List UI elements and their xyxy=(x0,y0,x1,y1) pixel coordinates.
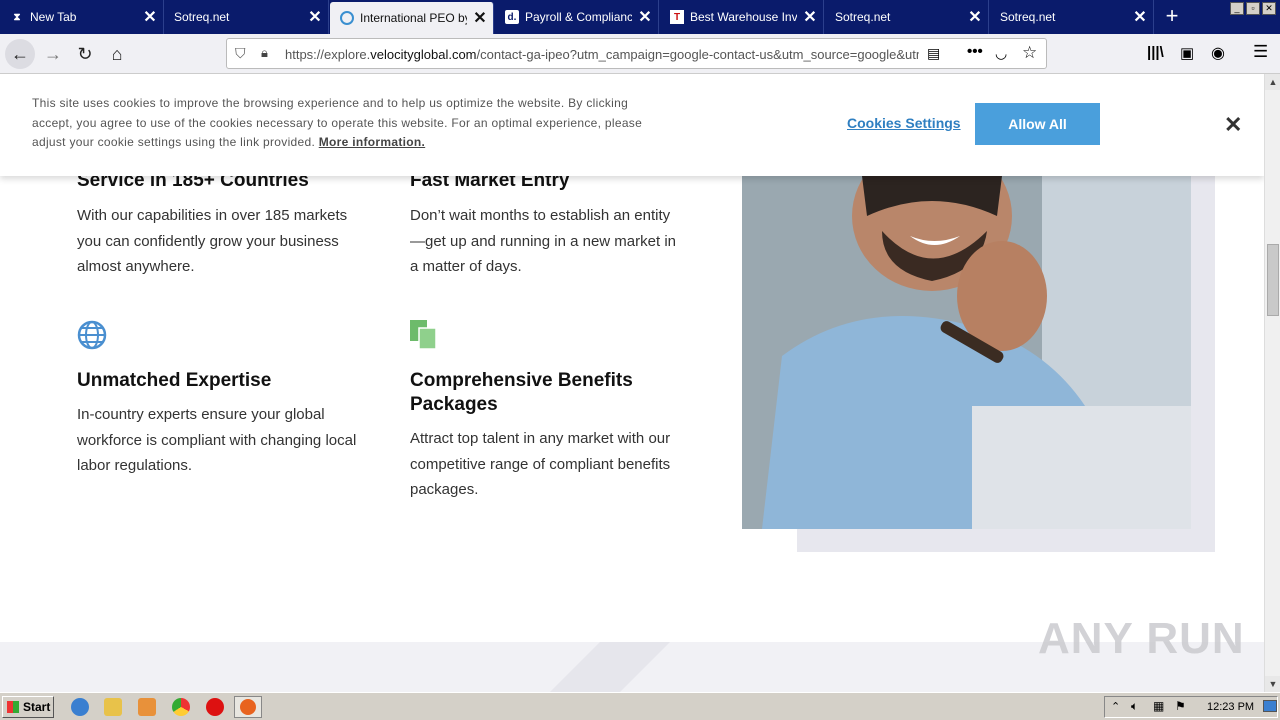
cookie-text: This site uses cookies to improve the br… xyxy=(32,96,643,149)
library-icon[interactable]: |||\ xyxy=(1147,44,1164,61)
windows-taskbar: Start ⌃ 🔈︎ ▦ ⚑ 12:23 PM xyxy=(0,692,1280,720)
cookies-settings-link[interactable]: Cookies Settings xyxy=(847,115,961,131)
reader-view-icon[interactable]: ▤ xyxy=(927,45,940,62)
chrome-icon[interactable] xyxy=(172,698,190,716)
flag-icon[interactable]: ⚑ xyxy=(1175,699,1186,713)
anyrun-watermark: ANY RUN xyxy=(1038,614,1245,663)
tab-sotreq-1[interactable]: Sotreq.net ✕ xyxy=(164,0,329,34)
close-icon[interactable]: ✕ xyxy=(137,7,163,27)
forward-arrow-icon: → xyxy=(44,43,62,64)
tab-international-peo[interactable]: International PEO by V ✕ xyxy=(330,2,494,34)
close-icon[interactable]: ✕ xyxy=(467,8,493,28)
bookmark-star-icon[interactable]: ☆ xyxy=(1022,43,1037,63)
new-tab-button[interactable]: + xyxy=(1160,4,1184,28)
volume-icon[interactable]: 🔈︎ xyxy=(1131,699,1138,714)
tab-new-tab[interactable]: ⧗ New Tab ✕ xyxy=(0,0,164,34)
documents-icon xyxy=(410,320,438,355)
close-icon[interactable]: ✕ xyxy=(632,7,658,27)
home-button[interactable]: ⌂ xyxy=(102,39,132,69)
folder-icon[interactable] xyxy=(104,698,122,716)
account-icon[interactable]: ◉ xyxy=(1211,43,1225,63)
menu-icon[interactable]: ☰ xyxy=(1253,42,1268,62)
home-icon: ⌂ xyxy=(111,43,123,64)
tray-expand-icon[interactable]: ⌃ xyxy=(1111,700,1120,713)
t-icon: T xyxy=(670,10,684,24)
hourglass-icon: ⧗ xyxy=(13,11,21,23)
close-icon[interactable]: ✕ xyxy=(1127,7,1153,27)
restore-button[interactable]: ▫ xyxy=(1246,2,1260,15)
feature-title-expertise: Unmatched Expertise xyxy=(77,370,272,391)
forward-button[interactable]: → xyxy=(38,39,68,69)
clock: 12:23 PM xyxy=(1207,701,1255,713)
close-icon[interactable]: ✕ xyxy=(302,7,328,27)
globe-icon xyxy=(77,320,107,355)
minimize-button[interactable]: _ xyxy=(1230,2,1244,15)
media-player-icon[interactable] xyxy=(138,698,156,716)
feature-body-market-entry: Don’t wait months to establish an entity… xyxy=(410,207,676,275)
sidebar-icon[interactable]: ▣ xyxy=(1180,44,1194,62)
feature-title-benefits: Comprehensive Benefits Packages xyxy=(410,370,633,415)
system-tray: ⌃ 🔈︎ ▦ ⚑ 12:23 PM xyxy=(1104,696,1278,718)
more-information-link[interactable]: More information. xyxy=(319,135,425,149)
cookie-banner: This site uses cookies to improve the br… xyxy=(0,74,1264,176)
feature-body-countries: With our capabilities in over 185 market… xyxy=(77,207,348,275)
tab-payroll[interactable]: d. Payroll & Compliance f ✕ xyxy=(495,0,659,34)
tab-warehouse[interactable]: T Best Warehouse Inven ✕ xyxy=(660,0,824,34)
d-icon: d. xyxy=(505,10,519,24)
scroll-down-icon[interactable]: ▼ xyxy=(1265,676,1280,692)
close-icon[interactable]: ✕ xyxy=(797,7,823,27)
close-icon[interactable]: ✕ xyxy=(962,7,988,27)
reload-button[interactable]: ↻ xyxy=(70,39,100,69)
photo-illustration xyxy=(742,176,1191,529)
reload-icon: ↻ xyxy=(77,43,93,64)
shield-icon: ⛉ xyxy=(235,45,246,61)
navigation-toolbar: ← → ↻ ⌂ ⛉ 🔒︎ https://explore.velocityglo… xyxy=(0,34,1280,74)
page-content: Service in 185+ Countries With our capab… xyxy=(0,74,1264,692)
velocity-icon xyxy=(340,11,354,25)
opera-icon[interactable] xyxy=(206,698,224,716)
allow-all-button[interactable]: Allow All xyxy=(975,103,1100,145)
cookie-close-icon[interactable]: ✕ xyxy=(1224,112,1242,138)
windows-logo-icon xyxy=(7,701,19,713)
more-actions-icon[interactable]: ••• xyxy=(967,43,983,60)
address-bar[interactable]: ⛉ 🔒︎ https://explore.velocityglobal.com/… xyxy=(226,38,1047,69)
tab-sotreq-3[interactable]: Sotreq.net ✕ xyxy=(990,0,1154,34)
network-icon[interactable]: ▦ xyxy=(1153,699,1164,713)
browser-tab-bar: ⧗ New Tab ✕ Sotreq.net ✕ International P… xyxy=(0,0,1280,34)
back-arrow-icon: ← xyxy=(11,43,29,64)
internet-explorer-icon[interactable] xyxy=(71,698,89,716)
feature-body-benefits: Attract top talent in any market with ou… xyxy=(410,430,671,498)
feature-body-expertise: In-country experts ensure your global wo… xyxy=(77,406,357,474)
window-close-button[interactable]: ✕ xyxy=(1262,2,1276,15)
smiling-man-photo xyxy=(742,176,1191,529)
url-text[interactable]: https://explore.velocityglobal.com/conta… xyxy=(285,47,919,62)
show-desktop-icon[interactable] xyxy=(1263,700,1277,712)
scroll-thumb[interactable] xyxy=(1267,244,1279,316)
page-scrollbar[interactable]: ▲ ▼ xyxy=(1264,74,1280,692)
pocket-icon[interactable]: ◡ xyxy=(995,45,1007,62)
back-button[interactable]: ← xyxy=(5,39,35,69)
scroll-up-icon[interactable]: ▲ xyxy=(1265,74,1280,90)
firefox-icon xyxy=(240,699,256,715)
tab-sotreq-2[interactable]: Sotreq.net ✕ xyxy=(825,0,989,34)
lock-icon: 🔒︎ xyxy=(261,45,268,60)
start-button[interactable]: Start xyxy=(2,696,54,718)
firefox-taskbar-button[interactable] xyxy=(234,696,262,718)
